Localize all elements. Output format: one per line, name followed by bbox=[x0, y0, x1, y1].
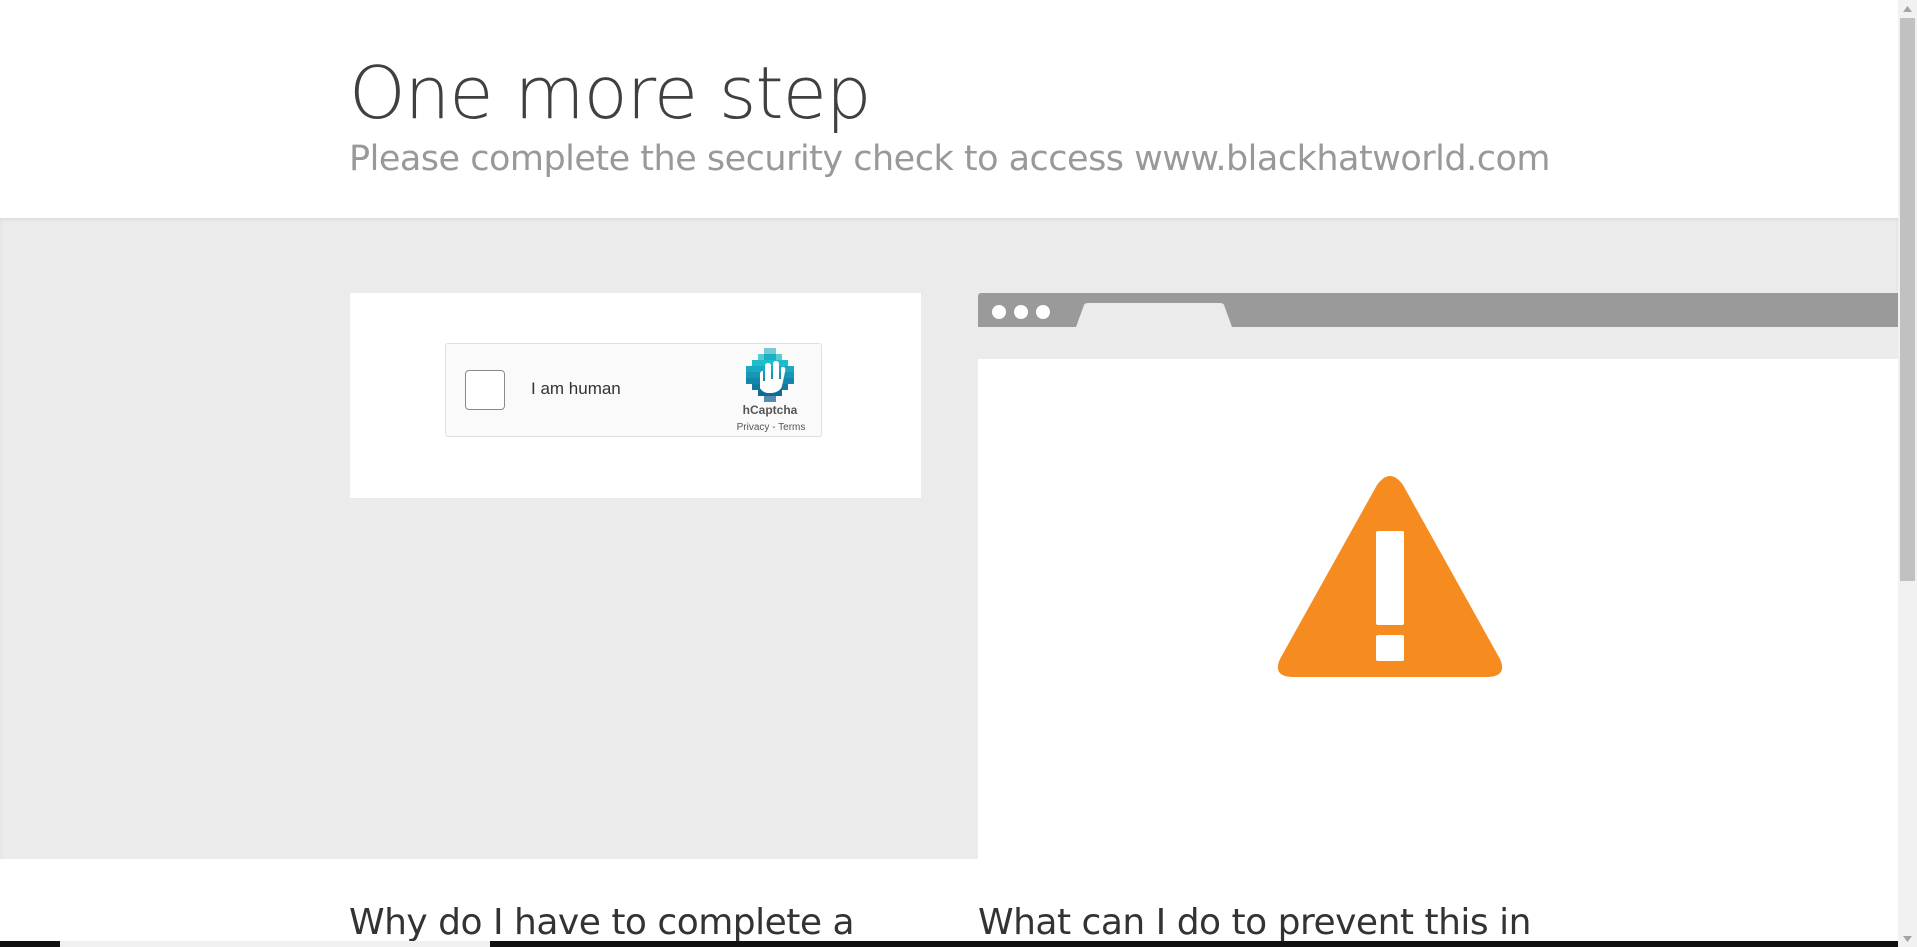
warning-triangle-icon bbox=[1277, 476, 1503, 677]
hcaptcha-widget: I am human hCaptcha Privacy - Terms bbox=[445, 343, 822, 437]
hcaptcha-logo-icon bbox=[746, 348, 794, 402]
page-header: One more step Please complete the securi… bbox=[0, 0, 1898, 218]
browser-tab-shape bbox=[1076, 303, 1232, 327]
scrollbar-thumb[interactable] bbox=[1900, 18, 1915, 581]
human-checkbox[interactable] bbox=[465, 370, 505, 410]
privacy-link[interactable]: Privacy bbox=[737, 422, 770, 433]
human-checkbox-label[interactable]: I am human bbox=[531, 379, 621, 399]
faq-heading-why: Why do I have to complete a bbox=[349, 902, 855, 943]
bottom-edge-bar bbox=[0, 941, 1898, 947]
page-title: One more step bbox=[349, 51, 872, 135]
page-subtitle: Please complete the security check to ac… bbox=[349, 139, 1550, 179]
captcha-card: I am human hCaptcha Privacy - Terms bbox=[350, 293, 921, 498]
bottom-edge-segment bbox=[60, 941, 490, 947]
browser-toolbar bbox=[978, 327, 1898, 359]
scroll-up-arrow-icon[interactable] bbox=[1898, 0, 1917, 17]
window-dot-icon bbox=[1036, 305, 1050, 319]
vertical-scrollbar[interactable] bbox=[1898, 0, 1917, 947]
page: One more step Please complete the securi… bbox=[0, 0, 1917, 947]
terms-link[interactable]: Terms bbox=[778, 422, 805, 433]
scroll-down-arrow-icon[interactable] bbox=[1898, 930, 1917, 947]
browser-illustration bbox=[978, 293, 1898, 859]
window-dot-icon bbox=[1014, 305, 1028, 319]
hcaptcha-links: Privacy - Terms bbox=[716, 422, 826, 433]
window-dot-icon bbox=[992, 305, 1006, 319]
hcaptcha-brand: hCaptcha bbox=[742, 403, 798, 417]
links-separator: - bbox=[772, 422, 776, 433]
faq-heading-prevent: What can I do to prevent this in bbox=[978, 902, 1531, 943]
browser-titlebar bbox=[978, 293, 1898, 327]
browser-body bbox=[978, 359, 1898, 859]
